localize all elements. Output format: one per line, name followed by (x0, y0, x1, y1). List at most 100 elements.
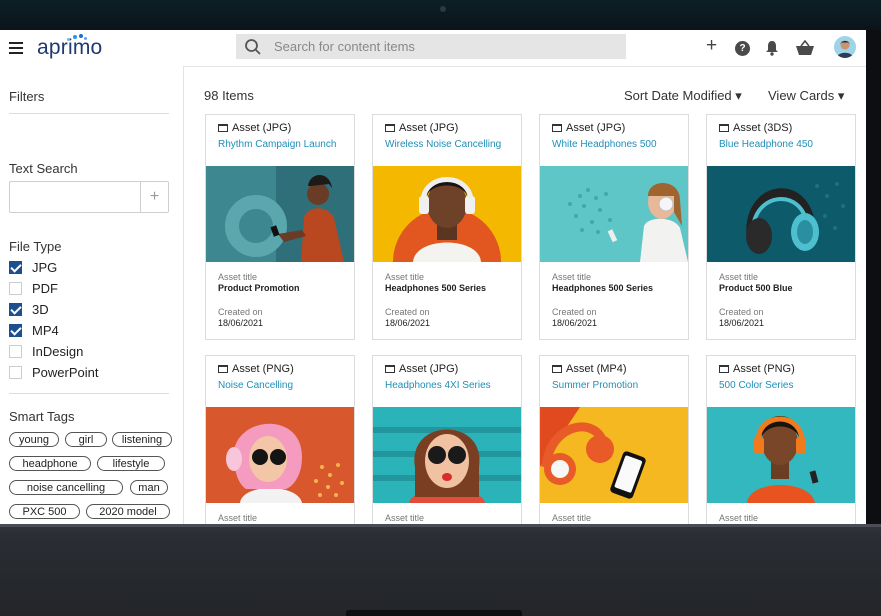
top-bar: aprimo + ? (0, 30, 866, 67)
headphones-phone-yellow-icon (540, 407, 688, 503)
asset-type: Asset (JPG) (552, 122, 625, 134)
file-type-label: 3D (32, 302, 49, 317)
sort-dropdown[interactable]: Sort Date Modified ▾ (624, 88, 742, 104)
woman-sunglasses-teal-icon (373, 407, 521, 503)
add-search-plus-icon[interactable]: + (140, 182, 168, 212)
created-label: Created on (719, 307, 764, 317)
divider (9, 393, 169, 394)
asset-type: Asset (PNG) (218, 363, 294, 375)
created-date: 18/06/2021 (218, 318, 264, 328)
checkbox-checked-icon[interactable] (9, 261, 22, 274)
asset-card[interactable]: Asset (JPG) Rhythm Campaign Launch Asset… (205, 114, 355, 340)
search-icon (245, 39, 261, 55)
asset-card[interactable]: Asset (JPG) Wireless Noise Cancelling As… (372, 114, 522, 340)
asset-title-value: Headphones 500 Series (385, 283, 487, 293)
smart-tag[interactable]: lifestyle (97, 456, 165, 471)
smart-tag[interactable]: 2020 model (86, 504, 170, 519)
smart-tag[interactable]: headphone (9, 456, 91, 471)
card-title[interactable]: White Headphones 500 (552, 139, 657, 150)
checkbox-unchecked-icon[interactable] (9, 366, 22, 379)
hamburger-menu-icon[interactable] (9, 42, 23, 54)
smart-tag[interactable]: listening (112, 432, 172, 447)
file-type-label: PDF (32, 281, 58, 296)
asset-card[interactable]: Asset (PNG) 500 Color Series Asset title (706, 355, 856, 524)
asset-icon (385, 124, 395, 132)
asset-title-label: Asset title (719, 513, 759, 523)
asset-icon (218, 365, 228, 373)
man-orange-headphones-icon (707, 407, 855, 503)
card-title[interactable]: Wireless Noise Cancelling (385, 139, 501, 150)
asset-title-label: Asset title (218, 272, 258, 282)
camera-dot (440, 6, 446, 12)
card-title[interactable]: Summer Promotion (552, 380, 638, 391)
smart-tag[interactable]: girl (65, 432, 107, 447)
laptop-base (0, 524, 881, 616)
smart-tag[interactable]: man (130, 480, 168, 495)
asset-title-label: Asset title (719, 272, 759, 282)
file-type-label: PowerPoint (32, 365, 99, 380)
user-avatar[interactable] (834, 36, 856, 58)
asset-card[interactable]: Asset (JPG) Headphones 4XI Series Asset … (372, 355, 522, 524)
text-search-heading: Text Search (9, 161, 78, 176)
checkbox-unchecked-icon[interactable] (9, 345, 22, 358)
asset-icon (385, 365, 395, 373)
asset-icon (719, 124, 729, 132)
asset-card[interactable]: Asset (MP4) Summer Promotion Asset title (539, 355, 689, 524)
text-search-field[interactable]: + (9, 181, 169, 213)
card-title[interactable]: Noise Cancelling (218, 380, 293, 391)
filters-heading: Filters (9, 89, 45, 104)
asset-type: Asset (PNG) (719, 363, 795, 375)
add-icon[interactable]: + (706, 36, 717, 55)
asset-card[interactable]: Asset (JPG) White Headphones 500 Asset t… (539, 114, 689, 340)
asset-type: Asset (JPG) (385, 363, 458, 375)
pink-hair-woman-icon (206, 407, 354, 503)
smart-tags-heading: Smart Tags (9, 409, 75, 424)
help-icon[interactable]: ? (735, 41, 750, 56)
asset-title-value: Headphones 500 Series (552, 283, 654, 293)
asset-type: Asset (3DS) (719, 122, 792, 134)
asset-card[interactable]: Asset (PNG) Noise Cancelling Asset title (205, 355, 355, 524)
asset-title-label: Asset title (385, 272, 425, 282)
blue-headphone-icon (707, 166, 855, 262)
smart-tag[interactable]: young (9, 432, 59, 447)
woman-headphones-mint-icon (540, 166, 688, 262)
file-type-heading: File Type (9, 239, 62, 254)
laptop-bezel-right (866, 30, 881, 524)
checkbox-checked-icon[interactable] (9, 324, 22, 337)
asset-type: Asset (JPG) (385, 122, 458, 134)
laptop-bezel (0, 0, 881, 30)
card-title[interactable]: Blue Headphone 450 (719, 139, 813, 150)
card-title[interactable]: Headphones 4XI Series (385, 380, 491, 391)
card-title[interactable]: Rhythm Campaign Launch (218, 139, 336, 150)
asset-card[interactable]: Asset (3DS) Blue Headphone 450 Asset tit… (706, 114, 856, 340)
checkbox-unchecked-icon[interactable] (9, 282, 22, 295)
asset-type: Asset (JPG) (218, 122, 291, 134)
search-bar[interactable] (236, 34, 626, 59)
basket-icon[interactable] (795, 40, 815, 56)
text-search-input[interactable] (14, 185, 138, 211)
asset-title-label: Asset title (552, 272, 592, 282)
asset-icon (552, 124, 562, 132)
checkbox-checked-icon[interactable] (9, 303, 22, 316)
asset-type: Asset (MP4) (552, 363, 627, 375)
laptop-hinge (346, 610, 522, 616)
asset-icon (218, 124, 228, 132)
asset-title-value: Product 500 Blue (719, 283, 793, 293)
bell-icon[interactable] (765, 40, 779, 56)
created-date: 18/06/2021 (552, 318, 598, 328)
smart-tag[interactable]: PXC 500 (9, 504, 80, 519)
card-title[interactable]: 500 Color Series (719, 380, 793, 391)
divider (9, 113, 169, 114)
created-label: Created on (552, 307, 597, 317)
woman-phone-teal-icon (206, 166, 354, 262)
asset-title-label: Asset title (218, 513, 258, 523)
created-date: 18/06/2021 (385, 318, 431, 328)
search-input[interactable] (274, 34, 614, 59)
man-headphones-orange-icon (373, 166, 521, 262)
smart-tag[interactable]: noise cancelling (9, 480, 123, 495)
asset-icon (719, 365, 729, 373)
items-count: 98 Items (204, 88, 254, 103)
view-dropdown[interactable]: View Cards ▾ (768, 88, 844, 104)
created-date: 18/06/2021 (719, 318, 765, 328)
user-photo-icon (834, 36, 856, 58)
